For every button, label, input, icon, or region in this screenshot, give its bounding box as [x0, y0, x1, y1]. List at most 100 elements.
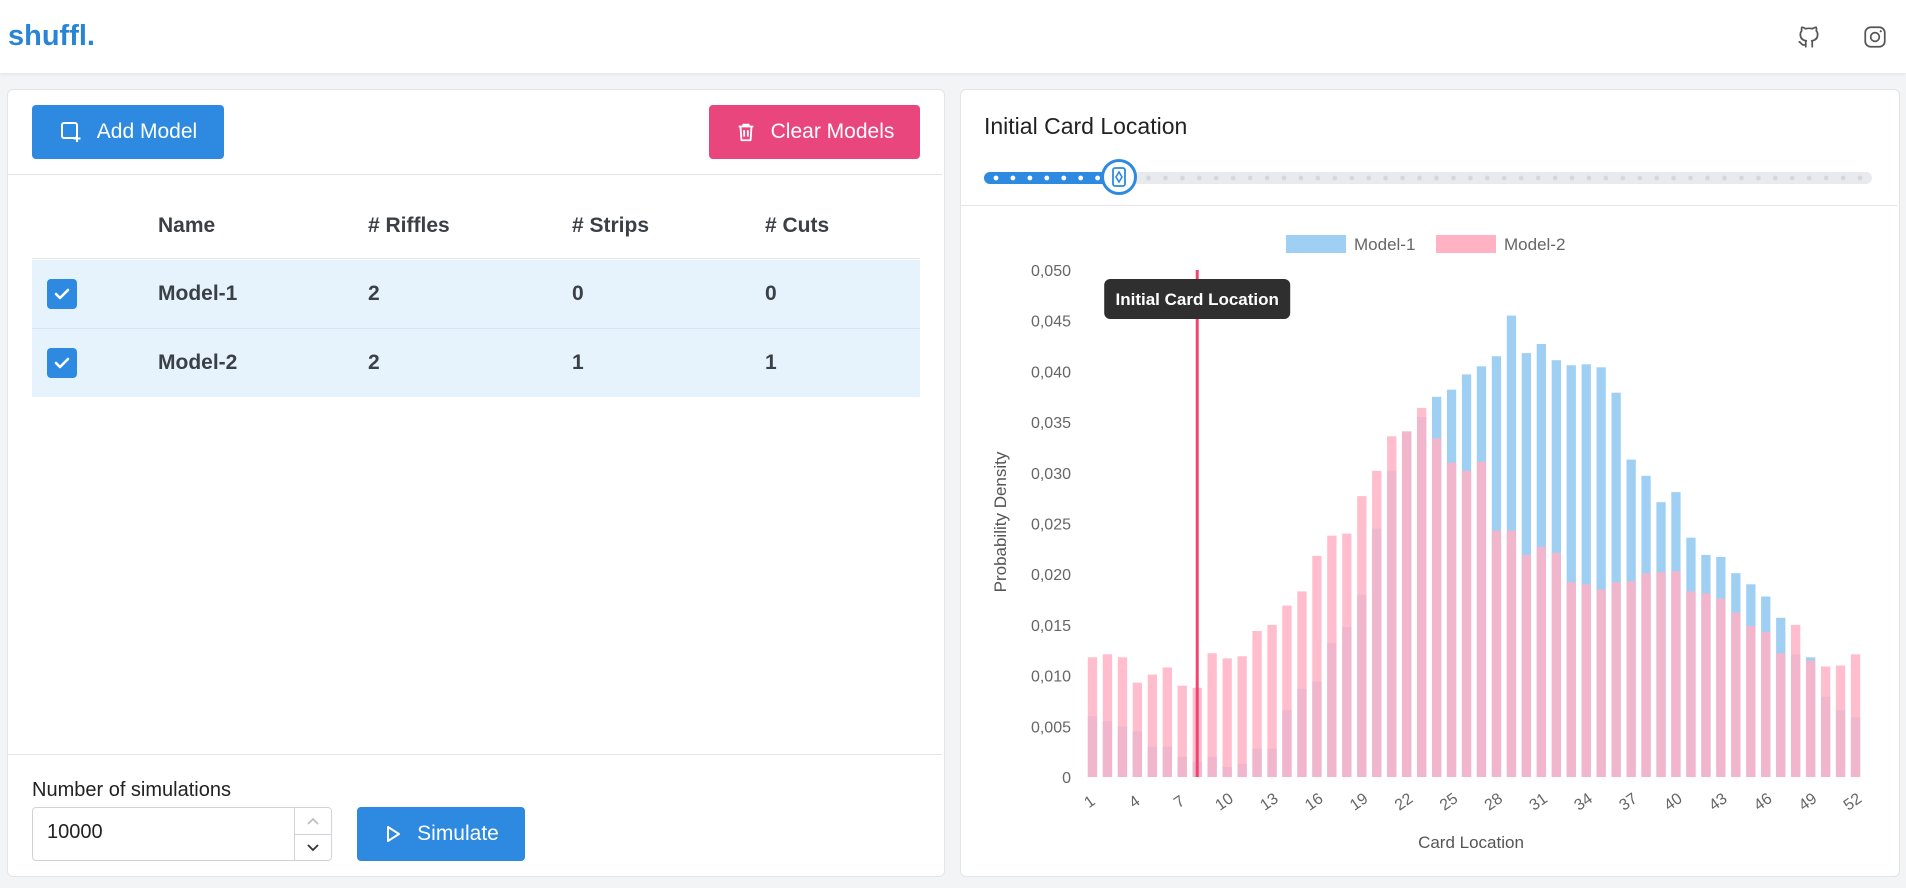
row-checkbox[interactable] [47, 279, 77, 309]
bar-model-2[interactable] [1791, 624, 1801, 777]
slider-tick [1806, 175, 1812, 181]
bar-model-2[interactable] [1297, 591, 1307, 777]
bar-model-2[interactable] [1132, 682, 1142, 777]
bar-model-2[interactable] [1656, 572, 1666, 777]
bar-model-2[interactable] [1641, 573, 1651, 777]
slider-tick [1349, 175, 1355, 181]
slider-tick [1772, 175, 1778, 181]
add-model-button[interactable]: Add Model [32, 105, 224, 159]
bar-model-2[interactable] [1207, 653, 1217, 777]
slider-tick [1535, 175, 1541, 181]
slider-tick [1315, 175, 1321, 181]
card-icon [1112, 167, 1126, 187]
slider-handle[interactable] [1101, 159, 1137, 195]
bar-model-2[interactable] [1267, 624, 1277, 777]
bar-model-2[interactable] [1177, 685, 1187, 777]
bar-model-2[interactable] [1806, 660, 1816, 777]
table-row[interactable]: Model-1 2 0 0 [32, 260, 920, 329]
bar-model-2[interactable] [1731, 612, 1741, 777]
bar-model-2[interactable] [1147, 674, 1157, 777]
bar-model-2[interactable] [1581, 584, 1591, 777]
number-stepper[interactable] [294, 808, 331, 860]
bar-model-2[interactable] [1761, 632, 1771, 777]
y-tick-label: 0 [1062, 770, 1071, 787]
slider-tick [1722, 175, 1727, 181]
bar-model-2[interactable] [1701, 593, 1711, 778]
bar-model-2[interactable] [1776, 653, 1786, 777]
bar-model-2[interactable] [1835, 665, 1846, 778]
slider-tick [1501, 175, 1507, 181]
slider-tick [1484, 175, 1490, 181]
x-tick-label: 28 [1482, 790, 1506, 814]
bar-model-2[interactable] [1686, 591, 1696, 777]
bar-model-2[interactable] [1491, 530, 1502, 777]
slider-tick [1705, 175, 1710, 181]
slider-tick [1281, 175, 1287, 181]
bar-model-2[interactable] [1461, 470, 1472, 777]
models-panel [7, 89, 945, 877]
bar-model-2[interactable] [1372, 470, 1382, 777]
bar-model-2[interactable] [1237, 656, 1247, 777]
bar-model-2[interactable] [1716, 598, 1726, 778]
bar-model-2[interactable] [1446, 462, 1457, 777]
bar-model-2[interactable] [1327, 535, 1337, 777]
simulations-input[interactable] [32, 807, 332, 861]
clear-models-button[interactable]: Clear Models [709, 105, 920, 159]
bar-model-2[interactable] [1746, 625, 1756, 777]
bar-model-2[interactable] [1342, 533, 1352, 777]
slider-tick [1840, 175, 1846, 181]
bar-model-2[interactable] [1387, 436, 1397, 777]
github-icon[interactable] [1796, 24, 1822, 50]
y-axis-label: Probability Density [991, 451, 1010, 592]
instagram-icon[interactable] [1862, 24, 1888, 50]
slider-tick [1247, 175, 1253, 181]
bar-model-2[interactable] [1222, 658, 1232, 777]
bar-model-2[interactable] [1432, 438, 1442, 777]
bar-model-2[interactable] [1506, 530, 1517, 777]
y-tick-label: 0,040 [1031, 364, 1071, 381]
bar-model-2[interactable] [1850, 654, 1861, 777]
bar-model-2[interactable] [1417, 407, 1427, 777]
stepper-down[interactable] [295, 835, 331, 861]
bar-model-2[interactable] [1551, 552, 1561, 777]
slider-tick [1434, 175, 1439, 181]
slider-tick [1739, 175, 1744, 181]
column-riffles: # Riffles [368, 214, 450, 237]
bar-model-2[interactable] [1596, 589, 1606, 777]
row-cuts: 0 [765, 282, 777, 305]
bar-model-2[interactable] [1521, 554, 1531, 777]
bar-model-2[interactable] [1671, 571, 1681, 777]
bar-model-2[interactable] [1252, 631, 1262, 777]
divider [8, 754, 942, 755]
legend-swatch-model-2 [1436, 235, 1496, 253]
bar-model-2[interactable] [1162, 667, 1172, 778]
simulations-value[interactable] [45, 820, 289, 845]
row-checkbox[interactable] [47, 348, 77, 378]
bar-model-2[interactable] [1102, 654, 1113, 777]
slider-tick [1552, 175, 1558, 181]
bar-model-2[interactable] [1476, 461, 1487, 777]
bar-model-2[interactable] [1282, 605, 1292, 777]
slider-tick [1518, 175, 1524, 181]
slider-tick [1654, 175, 1660, 181]
bar-model-2[interactable] [1087, 657, 1098, 777]
bar-model-2[interactable] [1611, 582, 1621, 777]
app-logo[interactable]: shuffl. [8, 20, 95, 53]
slider-tick [1620, 175, 1626, 181]
slider-tick [1637, 175, 1643, 181]
row-strips: 0 [572, 282, 584, 305]
bar-model-2[interactable] [1536, 546, 1546, 777]
bar-model-2[interactable] [1821, 666, 1831, 778]
table-row[interactable]: Model-2 2 1 1 [32, 329, 920, 397]
slider-tick [1468, 175, 1473, 181]
bar-model-2[interactable] [1566, 582, 1576, 777]
bar-model-2[interactable] [1357, 496, 1367, 777]
bar-model-2[interactable] [1626, 581, 1636, 777]
slider-tick [1095, 175, 1100, 181]
bar-model-2[interactable] [1117, 657, 1128, 777]
bar-model-2[interactable] [1402, 431, 1412, 777]
simulate-button[interactable]: Simulate [357, 807, 525, 861]
slider-tick [1569, 175, 1575, 181]
stepper-up[interactable] [295, 808, 331, 835]
bar-model-2[interactable] [1312, 555, 1322, 777]
